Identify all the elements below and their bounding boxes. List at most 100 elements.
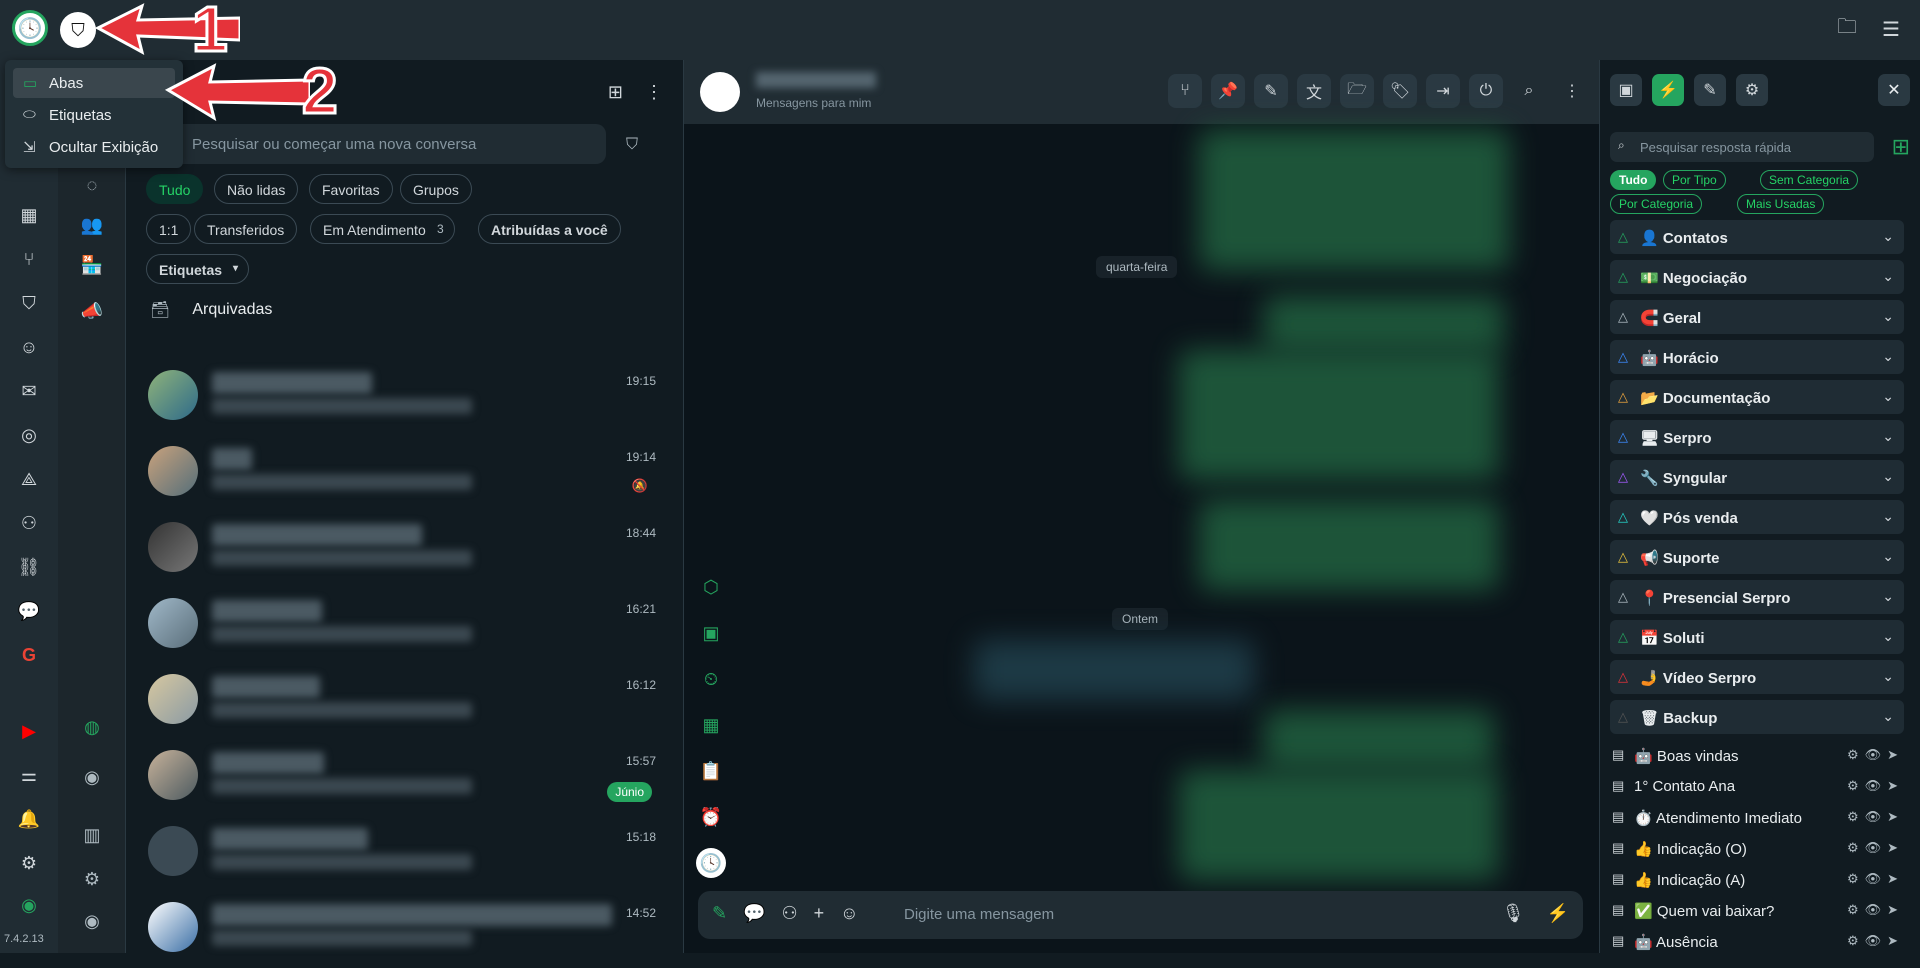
folder-icon[interactable]: 🗁 [1340, 74, 1374, 108]
archived-row[interactable]: 🗃 Arquivadas [150, 300, 272, 320]
category-row[interactable]: △ 📢 Suporte ⌄ [1610, 540, 1904, 574]
close-icon[interactable]: ✕ [1878, 74, 1910, 106]
megaphone-icon[interactable]: 📣 [77, 296, 107, 326]
quick-reply-actions[interactable]: ⚙👁➤ [1847, 778, 1904, 794]
add-grid-icon[interactable]: ⊞ [1892, 134, 1910, 160]
pill-por-categoria[interactable]: Por Categoria [1610, 194, 1703, 214]
columns-icon[interactable]: ▥ [77, 820, 107, 850]
filter-chip-nao-lidas[interactable]: Não lidas [214, 174, 299, 204]
webhook-icon[interactable]: ⚇ [14, 508, 44, 538]
quick-reply-row[interactable]: ▤ 🤖 Ausência ⚙👁➤ [1610, 928, 1904, 956]
search-icon[interactable]: ⌕ [1512, 74, 1546, 108]
quick-reply-search-input[interactable]: Pesquisar resposta rápida [1610, 132, 1874, 162]
chevron-down-icon[interactable]: ⌄ [1882, 628, 1894, 645]
pill-mais-usadas[interactable]: Mais Usadas [1737, 194, 1825, 214]
channels-icon[interactable]: ◌ [77, 170, 107, 200]
store-icon[interactable]: 🏪 [77, 250, 107, 280]
category-row[interactable]: △ 🤍 Pós venda ⌄ [1610, 500, 1904, 534]
chevron-down-icon[interactable]: ⌄ [1882, 228, 1894, 245]
chat-row[interactable]: 19:14 🔕 [126, 436, 666, 512]
quick-reply-actions[interactable]: ⚙👁➤ [1847, 747, 1904, 763]
chevron-down-icon[interactable]: ⌄ [1882, 508, 1894, 525]
filter-chip-1-1[interactable]: 1:1 [146, 214, 192, 244]
notes-tab-icon[interactable]: ✎ [1694, 74, 1726, 106]
quick-reply-row[interactable]: ▤ ✅ Quem vai baixar? ⚙👁➤ [1610, 897, 1904, 925]
sliders-icon[interactable]: ⚌ [14, 760, 44, 790]
schedule-icon[interactable]: ⏲ [696, 664, 726, 694]
chat-search-input[interactable]: Pesquisar ou começar uma nova conversa [146, 124, 606, 164]
filter-settings-icon[interactable]: ⛉ [626, 136, 638, 154]
target-icon[interactable]: ◎ [14, 420, 44, 450]
microphone-icon[interactable]: 🎙 [1502, 903, 1525, 924]
chevron-down-icon[interactable]: ⌄ [1882, 348, 1894, 365]
filter-chip-grupos[interactable]: Grupos [400, 174, 472, 204]
menu-item-etiquetas[interactable]: ⬭ Etiquetas [13, 100, 175, 130]
chevron-down-icon[interactable]: ⌄ [1882, 468, 1894, 485]
menu-item-ocultar-exibicao[interactable]: ⇲ Ocultar Exibição [13, 132, 175, 162]
quick-reply-actions[interactable]: ⚙👁➤ [1847, 840, 1904, 856]
chevron-down-icon[interactable]: ⌄ [1882, 308, 1894, 325]
chevron-down-icon[interactable]: ⌄ [1882, 708, 1894, 725]
category-row[interactable]: △ 🤖 Horácio ⌄ [1610, 340, 1904, 374]
chevron-down-icon[interactable]: ⌄ [1882, 548, 1894, 565]
assign-user-icon[interactable]: ⚇ [782, 903, 798, 924]
conversation-name-redacted[interactable] [756, 72, 876, 88]
user-avatar[interactable]: ◉ [77, 762, 107, 792]
contact-tab-icon[interactable]: ▣ [1610, 74, 1642, 106]
bell-icon[interactable]: 🔔 [14, 804, 44, 834]
quick-reply-row[interactable]: ▤ 🤖 Boas vindas ⚙👁➤ [1610, 742, 1904, 770]
chat-row[interactable]: 18:44 [126, 512, 666, 588]
chat-row[interactable]: 14:52 [126, 892, 666, 968]
category-row[interactable]: △ 🧲 Geral ⌄ [1610, 300, 1904, 334]
flow-icon[interactable]: ⑂ [1168, 74, 1202, 108]
filter-chip-em-atendimento[interactable]: Em Atendimento 3 [310, 214, 455, 244]
robot-icon[interactable]: ☺ [14, 332, 44, 362]
filter-chip-tudo[interactable]: Tudo [146, 174, 204, 204]
flow-icon[interactable]: ⑂ [14, 244, 44, 274]
pill-por-tipo[interactable]: Por Tipo [1663, 170, 1726, 190]
pill-tudo[interactable]: Tudo [1610, 170, 1657, 190]
category-row[interactable]: △ 🖥 Serpro ⌄ [1610, 420, 1904, 454]
network-icon[interactable]: ⟁ [14, 464, 44, 494]
chevron-down-icon[interactable]: ⌄ [1882, 588, 1894, 605]
power-icon[interactable]: ⏻ [1469, 74, 1503, 108]
chat-bubbles-icon[interactable]: 💬 [743, 903, 765, 924]
business-avatar[interactable]: ◉ [77, 906, 107, 936]
chevron-down-icon[interactable]: ⌄ [1882, 388, 1894, 405]
pin-icon[interactable]: 📌 [1211, 74, 1245, 108]
chevron-down-icon[interactable]: ⌄ [1882, 428, 1894, 445]
menu-item-abas[interactable]: ▭ Abas [13, 68, 175, 98]
communities-icon[interactable]: 👥 [77, 210, 107, 240]
quick-reply-row[interactable]: ▤ 👍 Indicação (O) ⚙👁➤ [1610, 835, 1904, 863]
profile-icon[interactable]: ◉ [14, 890, 44, 920]
chat-row[interactable]: 19:15 [126, 360, 666, 436]
calendar-icon[interactable]: ▦ [696, 710, 726, 740]
more-options-icon[interactable]: ⋮ [645, 82, 663, 103]
chevron-down-icon[interactable]: ⌄ [1882, 268, 1894, 285]
filter-chip-transferidos[interactable]: Transferidos [194, 214, 298, 244]
quick-reply-actions[interactable]: ⚙👁➤ [1847, 902, 1904, 918]
link-icon[interactable]: ⛓ [14, 552, 44, 582]
quick-reply-actions[interactable]: ⚙👁➤ [1847, 933, 1904, 949]
quick-reply-row[interactable]: ▤ 👍 Indicação (A) ⚙👁➤ [1610, 866, 1904, 894]
category-row[interactable]: △ 🔧 Syngular ⌄ [1610, 460, 1904, 494]
menu-icon[interactable]: ☰ [1876, 14, 1906, 44]
lightning-tab-icon[interactable]: ⚡ [1652, 74, 1684, 106]
contact-card-icon[interactable]: ▣ [696, 618, 726, 648]
settings-icon[interactable]: ⚙ [77, 864, 107, 894]
quick-reply-icon[interactable]: ✉ [14, 376, 44, 406]
category-row[interactable]: △ 🗑 Backup ⌄ [1610, 700, 1904, 734]
category-row[interactable]: △ 🤳 Vídeo Serpro ⌄ [1610, 660, 1904, 694]
edit-icon[interactable]: ✎ [712, 903, 727, 924]
youtube-icon[interactable]: ▶ [14, 716, 44, 746]
filter-chip-atribuidas[interactable]: Atribuídas a você [478, 214, 621, 244]
category-row[interactable]: △ 📅 Soluti ⌄ [1610, 620, 1904, 654]
translate-icon[interactable]: 文 [1297, 74, 1331, 108]
alarm-icon[interactable]: ⏰ [696, 802, 726, 832]
app-clock-icon[interactable]: 🕓 [696, 848, 726, 878]
category-row[interactable]: △ 📂 Documentação ⌄ [1610, 380, 1904, 414]
plus-icon[interactable]: + [814, 903, 825, 924]
etiquetas-dropdown[interactable]: Etiquetas ▾ [146, 254, 250, 284]
clipboard-icon[interactable]: 📋 [696, 756, 726, 786]
note-icon[interactable]: ✎ [1254, 74, 1288, 108]
